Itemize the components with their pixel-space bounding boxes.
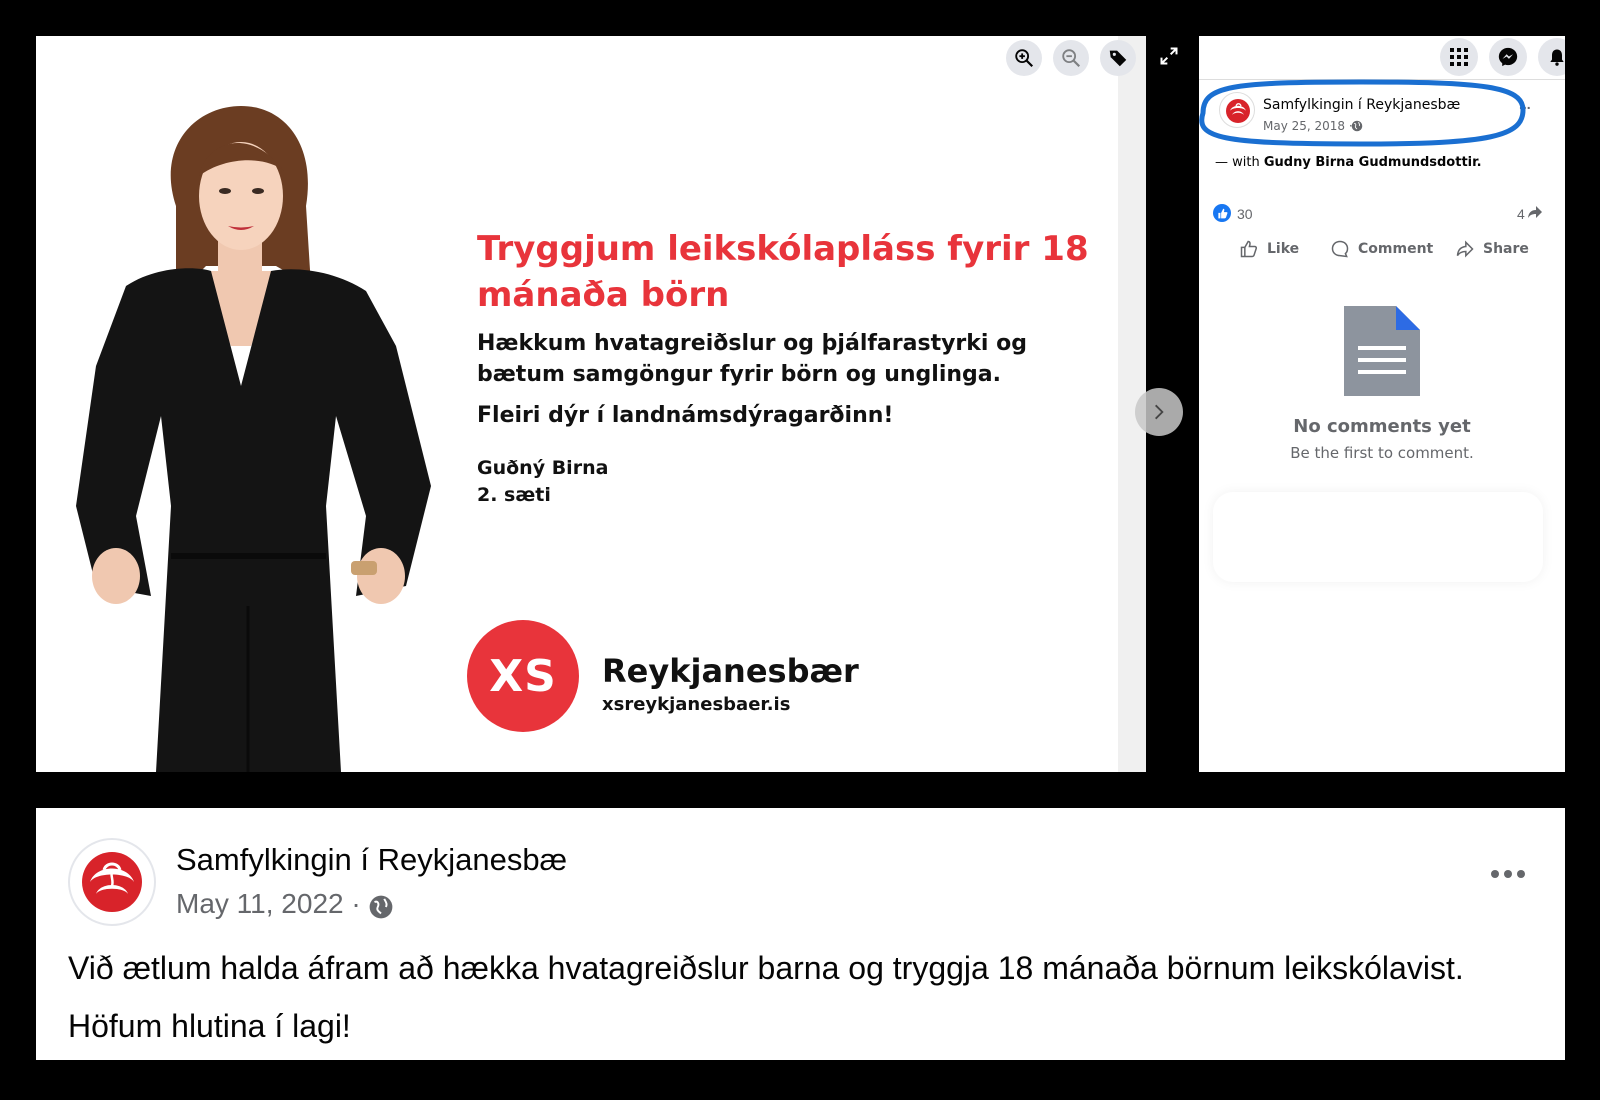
menu-button[interactable]: [1440, 38, 1478, 76]
rose-logo-icon: [82, 852, 142, 912]
messenger-icon: [1498, 47, 1518, 67]
zoom-in-button[interactable]: [1006, 40, 1042, 76]
comment-composer[interactable]: [1213, 492, 1543, 582]
photo-viewer: Tryggjum leikskólapláss fyrir 18 mánaða …: [36, 36, 1146, 772]
candidate-name: Guðný Birna: [477, 457, 609, 479]
expand-icon[interactable]: [1159, 46, 1179, 66]
tag-button[interactable]: [1100, 40, 1136, 76]
bell-icon: [1550, 49, 1564, 66]
dot: [1504, 870, 1512, 878]
with-prefix: — with: [1215, 155, 1260, 170]
share-icon: [1456, 240, 1474, 258]
like-button[interactable]: Like: [1239, 234, 1299, 264]
like-label: Like: [1267, 241, 1300, 257]
page-name-link[interactable]: Samfylkingin í Reykjanesbæ: [176, 842, 567, 878]
page-avatar[interactable]: [1219, 92, 1255, 128]
next-photo-button[interactable]: [1135, 388, 1183, 436]
globe-icon: [1351, 120, 1363, 132]
poster-headline: Tryggjum leikskólapláss fyrir 18 mánaða …: [477, 229, 1089, 315]
share-count[interactable]: 4: [1517, 206, 1525, 222]
poster-subtext-1: Hækkum hvatagreiðslur og þjálfarastyrki …: [477, 331, 1027, 387]
post-card: Samfylkingin í Reykjanesbæ May 11, 2022 …: [36, 808, 1565, 1060]
brand-url: xsreykjanesbaer.is: [602, 694, 791, 715]
grid-icon: [1450, 48, 1468, 66]
poster-subtext-2: Fleiri dýr í landnámsdýragarðinn!: [477, 403, 894, 428]
candidate-photo: [76, 106, 431, 772]
post-text-line-2: Höfum hlutina í lagi!: [68, 1008, 351, 1044]
comment-icon: [1331, 240, 1349, 258]
tagged-person-link[interactable]: Gudny Birna Gudmundsdottir.: [1264, 155, 1482, 170]
dot: [1491, 870, 1499, 878]
thumbs-up-icon: [1240, 240, 1258, 258]
xs-logo: XS: [467, 620, 579, 732]
no-comments-title: No comments yet: [1293, 416, 1471, 437]
share-button[interactable]: Share: [1455, 234, 1529, 264]
notifications-button[interactable]: [1538, 38, 1565, 76]
globe-icon: [369, 895, 393, 919]
candidate-seat: 2. sæti: [477, 484, 551, 506]
page-name-link[interactable]: Samfylkingin í Reykjanesbæ: [1263, 97, 1460, 113]
post-text-line-1: Við ætlum halda áfram að hækka hvatagrei…: [68, 950, 1464, 986]
post-side-panel: Samfylkingin í Reykjanesbæ May 25, 2018 …: [1199, 36, 1565, 772]
post-date[interactable]: May 11, 2022 ·: [176, 888, 361, 920]
page-avatar[interactable]: [68, 838, 156, 926]
tagged-with: — with Gudny Birna Gudmundsdottir.: [1215, 155, 1482, 170]
brand-name: Reykjanesbær: [602, 652, 859, 690]
zoom-in-icon: [1015, 49, 1034, 68]
post-options-button[interactable]: [1491, 864, 1531, 884]
share-label: Share: [1483, 241, 1529, 257]
like-reaction-icon: [1213, 204, 1231, 222]
tag-icon: [1109, 50, 1127, 67]
rose-logo-icon: [1226, 99, 1250, 123]
messenger-button[interactable]: [1489, 38, 1527, 76]
share-arrow-icon: [1528, 206, 1542, 218]
no-comments-subtitle: Be the first to comment.: [1290, 444, 1474, 462]
comment-button[interactable]: Comment: [1330, 234, 1433, 264]
top-bar: [1199, 36, 1565, 80]
like-count[interactable]: 30: [1237, 206, 1253, 222]
comment-label: Comment: [1358, 241, 1434, 257]
dot: [1517, 870, 1525, 878]
post-date[interactable]: May 25, 2018 ·: [1263, 119, 1353, 133]
zoom-out-icon: [1062, 49, 1081, 68]
zoom-out-button[interactable]: [1053, 40, 1089, 76]
post-options-button[interactable]: ...: [1519, 96, 1531, 112]
chevron-right-icon: [1155, 404, 1164, 420]
document-icon: [1344, 306, 1420, 396]
